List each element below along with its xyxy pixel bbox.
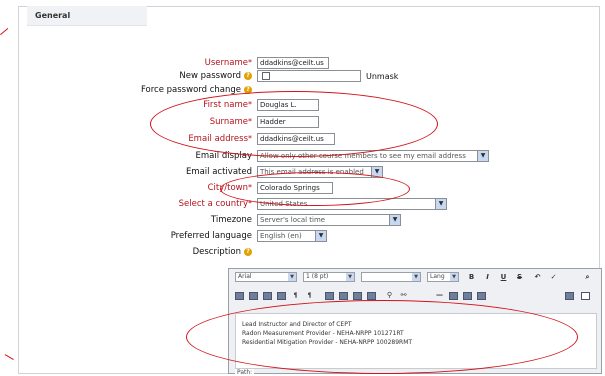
chevron-down-icon: ▼	[288, 273, 296, 281]
ordered-list-icon[interactable]	[325, 292, 334, 300]
emoticon-icon[interactable]	[477, 292, 486, 300]
image-icon[interactable]	[449, 292, 458, 300]
font-size-select[interactable]: 1 (8 pt) ▼	[303, 272, 355, 282]
lang-select[interactable]: Lang ▼	[427, 272, 459, 282]
html-source-icon[interactable]	[565, 292, 574, 300]
underline-icon[interactable]: U	[499, 273, 508, 282]
spellcheck-icon[interactable]: ✓	[549, 273, 558, 282]
font-family-select[interactable]: Arial ▼	[235, 272, 297, 282]
email-address-label: Email address*	[188, 134, 252, 144]
email-activated-label: Email activated	[185, 167, 252, 177]
first-name-input[interactable]: Douglas L.	[257, 99, 319, 111]
align-center-icon[interactable]	[249, 292, 258, 300]
force-password-change-row: Force password change?	[0, 84, 600, 98]
first-name-row: First name* Douglas L.	[0, 99, 600, 113]
chevron-down-icon: ▼	[412, 273, 420, 281]
style-select[interactable]: ▼	[361, 272, 421, 282]
country-row: Select a country* United States ▼	[0, 198, 600, 212]
italic-icon[interactable]: I	[483, 273, 492, 282]
editor-content[interactable]: Lead Instructor and Director of CEPT Rad…	[235, 313, 597, 369]
description-row: Description?	[0, 246, 600, 260]
justify-icon[interactable]	[277, 292, 286, 300]
email-display-row: Email display Allow only other course me…	[0, 150, 600, 164]
ltr-icon[interactable]: ¶	[291, 291, 300, 300]
city-town-input[interactable]: Colorado Springs	[257, 182, 333, 194]
surname-row: Surname* Hadder	[0, 116, 600, 130]
timezone-label: Timezone	[210, 215, 252, 225]
help-icon[interactable]: ?	[244, 71, 252, 80]
undo-icon[interactable]: ↶	[533, 273, 542, 282]
surname-label: Surname*	[209, 117, 252, 127]
new-password-input[interactable]	[257, 70, 361, 82]
unlink-icon[interactable]: ⚯	[399, 291, 408, 300]
preferred-language-label: Preferred language	[170, 231, 252, 241]
chevron-down-icon: ▼	[346, 273, 354, 281]
chevron-down-icon: ▼	[435, 199, 446, 209]
description-editor: Arial ▼ 1 (8 pt) ▼ ▼ Lang ▼ B I U S ↶ ✓ ⌕ ¶…	[228, 268, 602, 376]
annotation-edge-mark-top	[0, 27, 15, 43]
fullscreen-icon[interactable]	[581, 292, 590, 300]
new-password-row: New password? Unmask	[0, 70, 600, 84]
rtl-icon[interactable]: ¶	[305, 291, 314, 300]
strikethrough-icon[interactable]: S	[515, 273, 524, 282]
email-activated-row: Email activated This email address is en…	[0, 166, 600, 180]
city-town-row: City/town* Colorado Springs	[0, 182, 600, 196]
find-icon[interactable]: ⌕	[583, 273, 592, 282]
email-display-select[interactable]: Allow only other course members to see m…	[257, 150, 489, 162]
chevron-down-icon: ▼	[389, 215, 400, 225]
surname-input[interactable]: Hadder	[257, 116, 319, 128]
username-row: Username* ddadkins@ceilt.us	[0, 57, 600, 71]
username-input[interactable]: ddadkins@ceilt.us	[257, 57, 329, 69]
chevron-down-icon: ▼	[450, 273, 458, 281]
timezone-row: Timezone Server's local time ▼	[0, 214, 600, 228]
table-icon[interactable]	[463, 292, 472, 300]
preferred-language-select[interactable]: English (en) ▼	[257, 230, 327, 242]
horizontal-rule-icon[interactable]: —	[435, 291, 444, 300]
section-title: General	[27, 6, 147, 26]
bold-icon[interactable]: B	[467, 273, 476, 282]
chevron-down-icon: ▼	[371, 167, 382, 177]
email-activated-select[interactable]: This email address is enabled ▼	[257, 166, 383, 178]
indent-icon[interactable]	[367, 292, 376, 300]
editor-toolbar-1: Arial ▼ 1 (8 pt) ▼ ▼ Lang ▼ B I U S ↶ ✓ ⌕	[229, 269, 601, 287]
unmask-label: Unmask	[366, 72, 399, 81]
editor-line: Radon Measurement Provider - NEHA-NRPP 1…	[242, 330, 404, 337]
preferred-language-row: Preferred language English (en) ▼	[0, 230, 600, 244]
editor-line: Residential Mitigation Provider - NEHA-N…	[242, 339, 413, 346]
align-left-icon[interactable]	[235, 292, 244, 300]
editor-line: Lead Instructor and Director of CEPT	[242, 321, 352, 328]
editor-toolbar-2: ¶ ¶ ⚲ ⚯ —	[229, 287, 601, 305]
timezone-select[interactable]: Server's local time ▼	[257, 214, 401, 226]
first-name-label: First name*	[203, 100, 252, 110]
city-town-label: City/town*	[207, 183, 252, 193]
chevron-down-icon: ▼	[477, 151, 488, 161]
email-display-label: Email display	[195, 151, 252, 161]
outdent-icon[interactable]	[353, 292, 362, 300]
country-label: Select a country*	[178, 199, 252, 209]
unordered-list-icon[interactable]	[339, 292, 348, 300]
help-icon[interactable]: ?	[244, 247, 252, 256]
email-address-row: Email address* ddadkins@ceilt.us	[0, 133, 600, 147]
align-right-icon[interactable]	[263, 292, 272, 300]
unmask-checkbox[interactable]	[262, 72, 270, 80]
new-password-label: New password?	[179, 71, 252, 81]
country-select[interactable]: United States ▼	[257, 198, 447, 210]
description-label: Description?	[193, 247, 252, 257]
force-password-change-label: Force password change?	[141, 85, 252, 95]
annotation-edge-mark-bottom	[0, 354, 14, 368]
username-label: Username*	[204, 58, 252, 68]
email-address-input[interactable]: ddadkins@ceilt.us	[257, 133, 335, 145]
help-icon[interactable]: ?	[244, 85, 252, 94]
chevron-down-icon: ▼	[315, 231, 326, 241]
link-icon[interactable]: ⚲	[385, 291, 394, 300]
